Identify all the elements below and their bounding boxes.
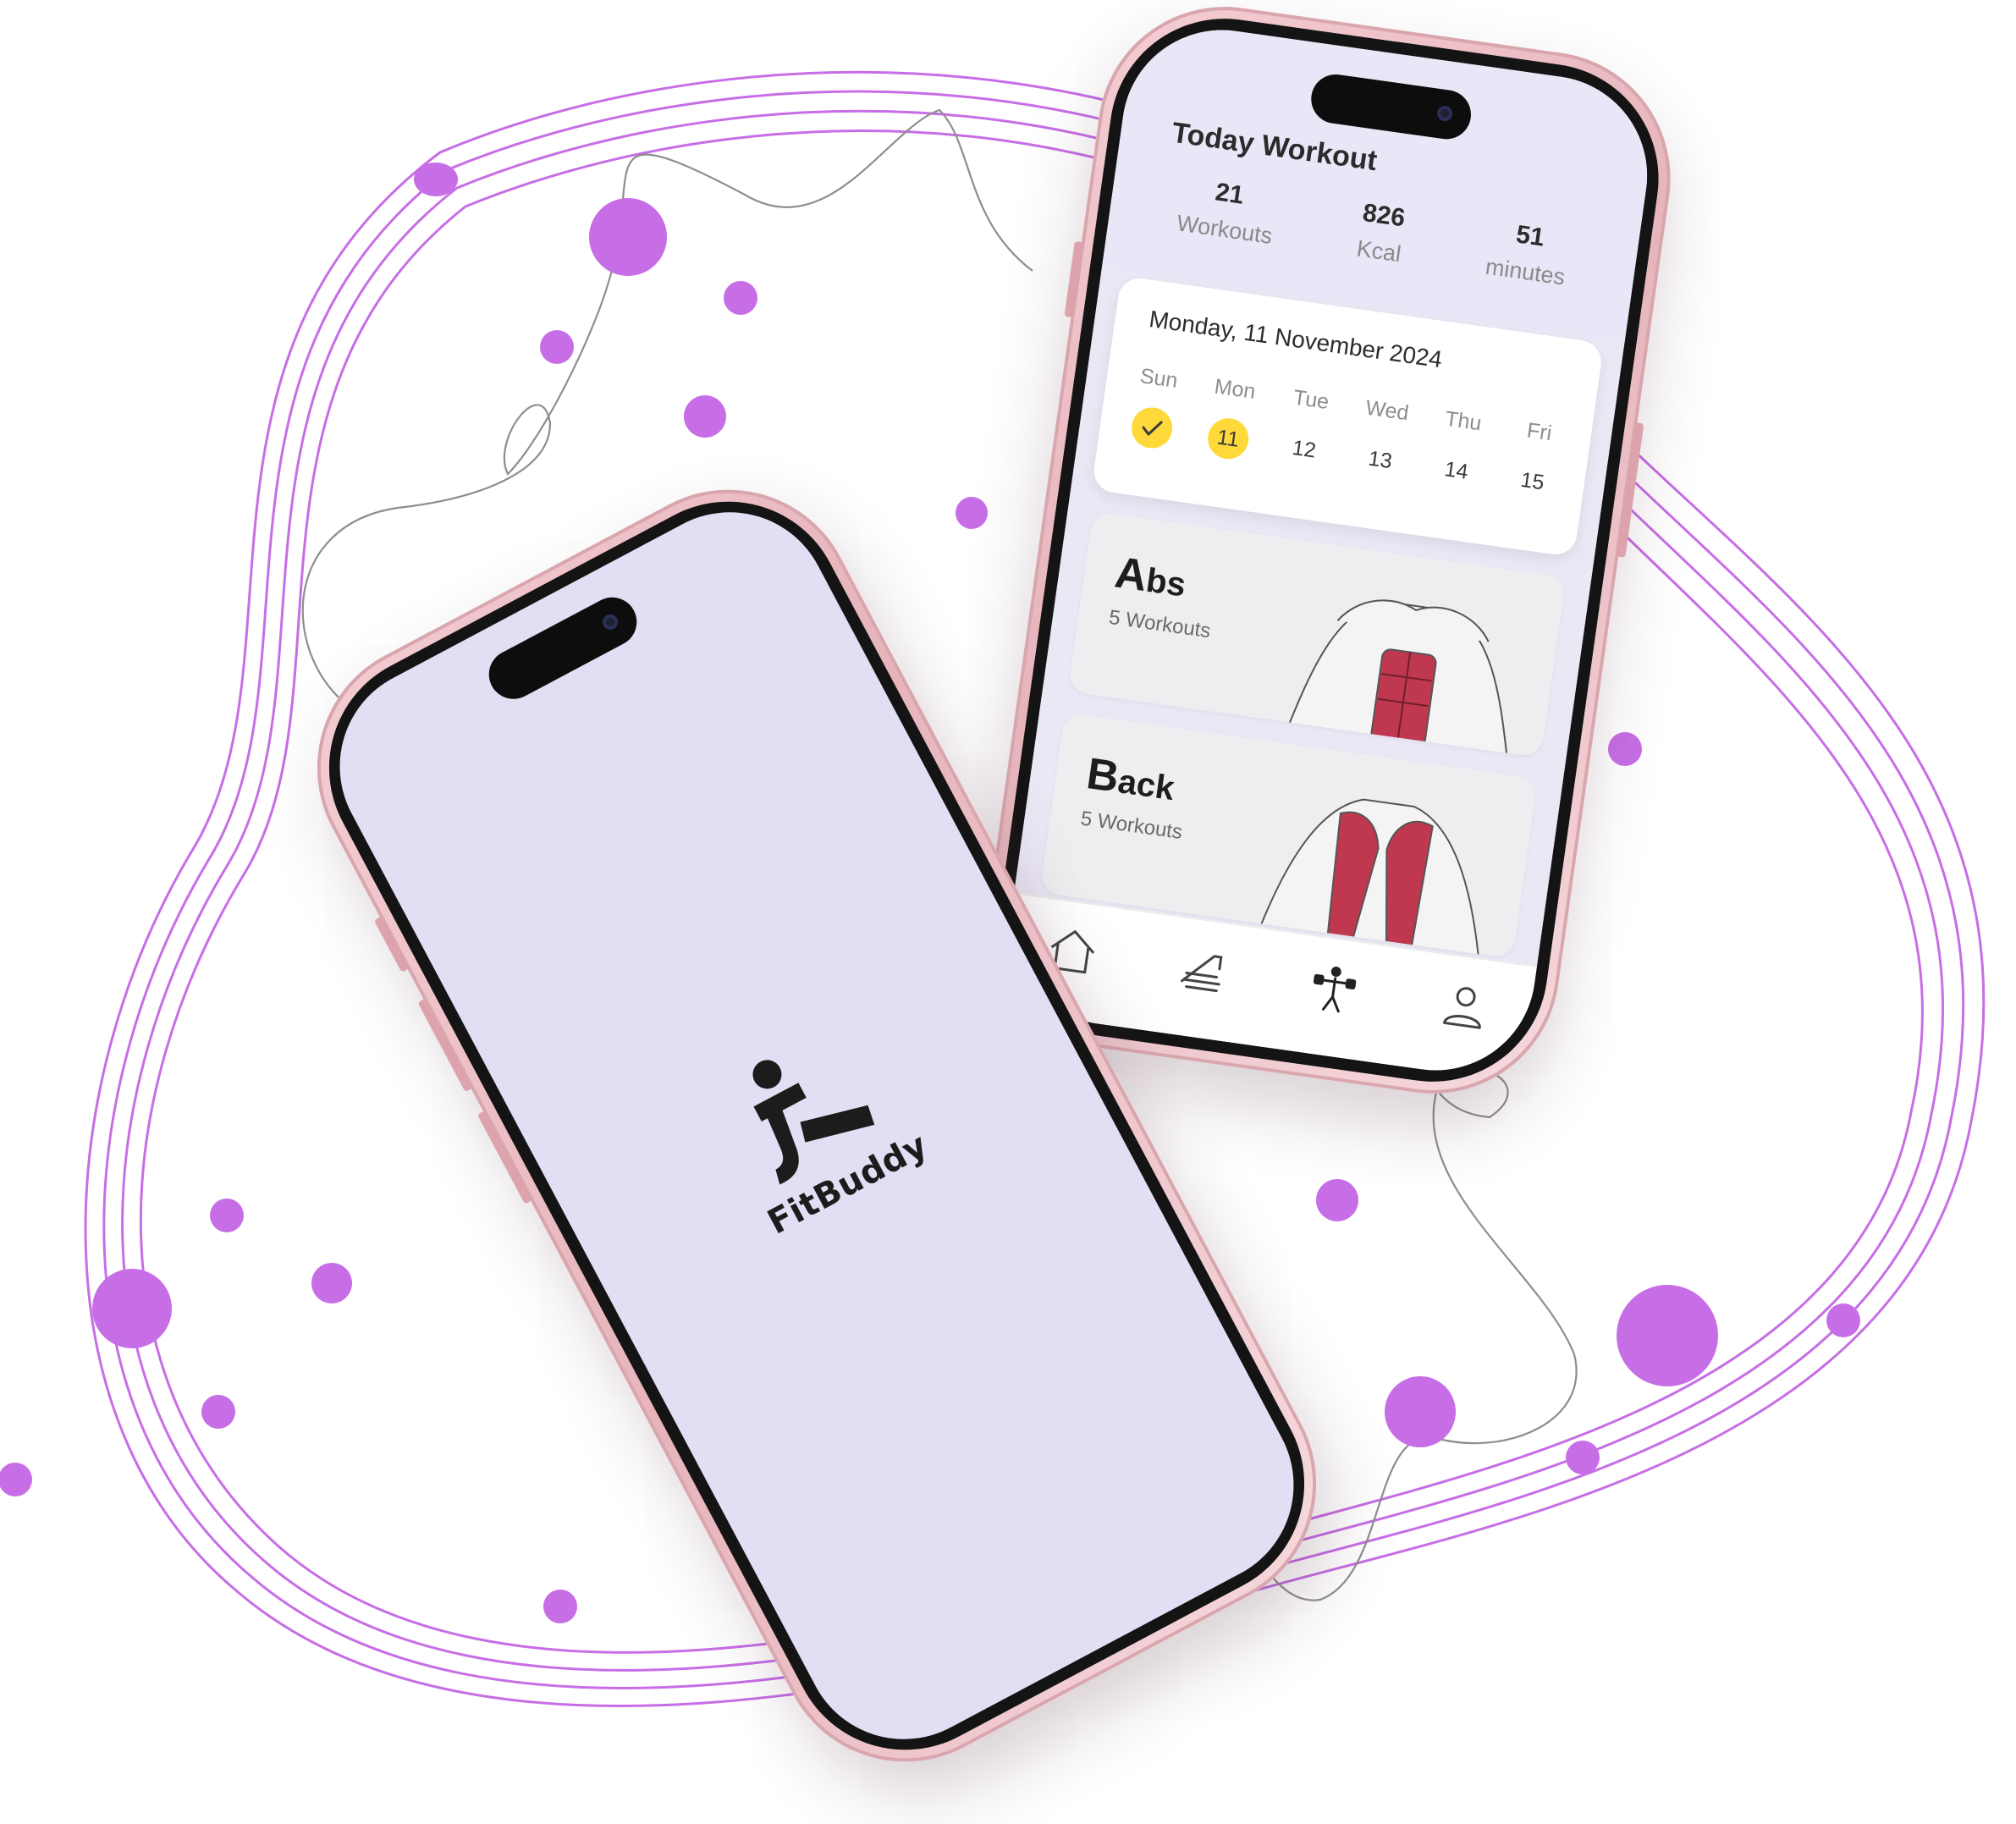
stat-kcal: 826 Kcal — [1355, 199, 1407, 268]
day-number: 12 — [1291, 435, 1318, 463]
stat-workouts: 21 Workouts — [1175, 174, 1279, 250]
day-name: Thu — [1443, 406, 1484, 436]
workout-title: Back — [1083, 748, 1178, 811]
stat-label: minutes — [1484, 253, 1567, 290]
day-number-selected: 11 — [1204, 416, 1252, 462]
day-sun[interactable]: Sun — [1115, 362, 1195, 453]
stat-minutes: 51 minutes — [1484, 217, 1572, 290]
tab-diet[interactable] — [1171, 938, 1235, 1001]
day-name: Mon — [1213, 374, 1258, 404]
day-number: 14 — [1443, 457, 1470, 484]
day-name: Sun — [1138, 364, 1180, 394]
stat-value: 826 — [1361, 198, 1407, 233]
day-completed — [1128, 405, 1176, 451]
stat-label: Kcal — [1355, 235, 1403, 267]
stats-row: 21 Workouts 826 Kcal 51 minutes — [1132, 168, 1614, 297]
abs-muscle-icon — [1287, 599, 1508, 757]
day-mon[interactable]: Mon 11 — [1191, 372, 1271, 463]
profile-icon — [1443, 987, 1481, 1029]
checkmark-icon — [1142, 421, 1163, 436]
day-number: 15 — [1518, 467, 1546, 495]
dynamic-island — [1308, 71, 1474, 143]
stat-value: 21 — [1213, 178, 1246, 210]
day-number: 13 — [1367, 446, 1394, 474]
stat-label: Workouts — [1175, 210, 1275, 249]
day-name: Wed — [1363, 395, 1411, 426]
workout-count: 5 Workouts — [1079, 807, 1184, 845]
workout-count: 5 Workouts — [1107, 605, 1213, 643]
day-name: Tue — [1292, 385, 1330, 415]
app-screen: Today Workout 21 Workouts 826 Kcal 51 mi… — [997, 17, 1661, 1083]
day-tue[interactable]: Tue 12 — [1267, 383, 1347, 474]
day-fri[interactable]: Fri 15 — [1495, 416, 1576, 506]
stat-value: 51 — [1514, 220, 1546, 252]
diet-icon — [1180, 955, 1223, 993]
day-name: Fri — [1525, 418, 1554, 446]
workout-card-abs[interactable]: Abs 5 Workouts — [1067, 510, 1567, 758]
current-date: Monday, 11 November 2024 — [1147, 305, 1444, 373]
day-thu[interactable]: Thu 14 — [1419, 405, 1500, 495]
workout-title: Abs — [1112, 547, 1190, 607]
page-title: Today Workout — [1170, 116, 1380, 178]
back-muscle-icon — [1259, 798, 1480, 958]
tab-workout[interactable] — [1303, 956, 1366, 1020]
week-strip: Sun Mon 11 Tue 12 Wed 13 Thu 14 Fri 15 — [1115, 362, 1575, 507]
workout-title-rest: ack — [1115, 763, 1177, 808]
workout-title-rest: bs — [1143, 561, 1188, 604]
tab-profile[interactable] — [1433, 974, 1496, 1038]
app-logo: FitBuddy — [699, 1009, 934, 1243]
day-wed[interactable]: Wed 13 — [1343, 394, 1424, 484]
workout-icon — [1313, 967, 1357, 1013]
